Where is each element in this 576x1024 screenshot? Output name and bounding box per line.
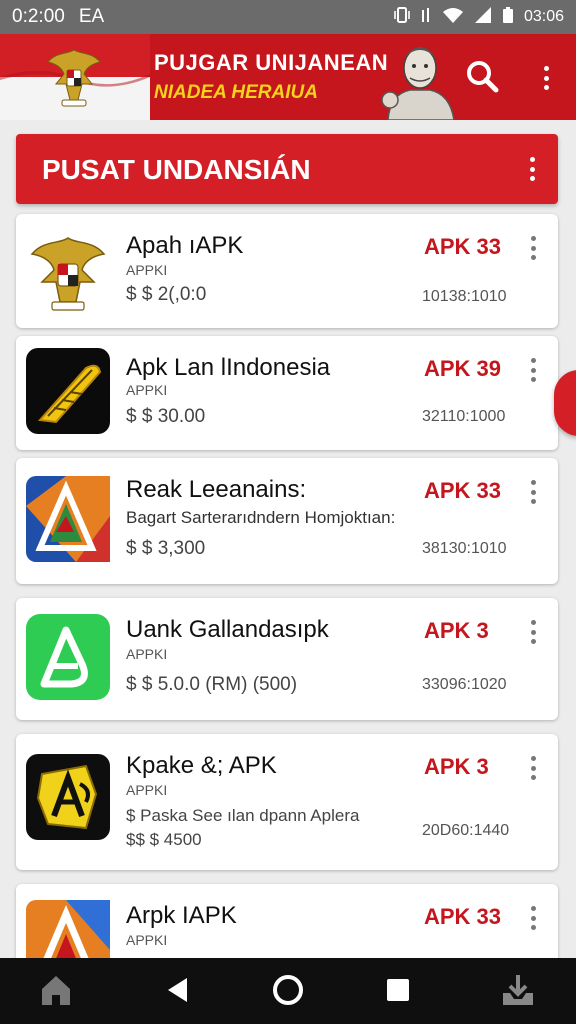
app-header: PUJGAR UNIJANEAN NIADEA HERAIUA (0, 34, 576, 120)
nav-download-button[interactable] (498, 972, 538, 1012)
nav-home-button[interactable] (36, 972, 76, 1012)
app-subtitle: Bagart Sarterarıdndern Homjoktıan: (126, 508, 396, 527)
card-menu-button[interactable] (522, 620, 544, 650)
nav-recents-button[interactable] (378, 972, 418, 1012)
nav-home-circle-button[interactable] (268, 972, 308, 1012)
section-menu-button[interactable] (520, 152, 544, 186)
apk-badge: APK 33 (424, 234, 502, 259)
vibrate-icon (394, 6, 410, 29)
home-icon (39, 973, 73, 1012)
download-icon (500, 973, 536, 1012)
navigation-bar (0, 958, 576, 1024)
app-meta: 20D60:1440 (422, 822, 510, 839)
app-price: $ $ 2(,0:0 (126, 284, 207, 305)
app-name: Kpake &; APK (126, 752, 277, 779)
overflow-menu-icon (522, 620, 544, 644)
app-card[interactable]: Uank Gallandasıpk APPKI $ $ 5.0.0 (RM) (… (16, 598, 558, 720)
overflow-menu-icon (522, 480, 544, 504)
section-header: PUSAT UNDANSIÁN (16, 134, 558, 204)
app-subtitle: APPKI (126, 382, 168, 398)
green-a-icon (26, 614, 110, 700)
card-menu-button[interactable] (522, 480, 544, 510)
cellular-icon (474, 6, 492, 29)
overflow-menu-icon (522, 358, 544, 382)
apk-badge: APK 33 (424, 904, 502, 929)
apk-badge: APK 33 (424, 478, 502, 503)
recents-icon (384, 976, 412, 1009)
overflow-menu-icon (522, 236, 544, 260)
signal-icon (420, 6, 432, 29)
app-price: $ $ 30.00 (126, 406, 206, 427)
header-subtitle: NIADEA HERAIUA (154, 82, 318, 103)
app-card[interactable]: Apah ıAPK APPKI $ $ 2(,0:0 APK 33 10138:… (16, 214, 558, 328)
status-time: 0:2:00 (12, 6, 65, 27)
map-triangle-icon (26, 476, 110, 562)
card-menu-button[interactable] (522, 906, 544, 936)
feather-pen-icon (26, 348, 110, 434)
app-subtitle: APPKI (126, 932, 168, 948)
app-subtitle: APPKI (126, 646, 168, 662)
app-meta: 38130:1010 (422, 540, 507, 557)
portrait-illustration (380, 34, 460, 120)
nav-back-button[interactable] (158, 972, 198, 1012)
app-meta: 32110:1000 (422, 408, 506, 425)
app-price: $$ $ 4500 (126, 830, 202, 849)
search-icon (464, 58, 500, 99)
overflow-menu-icon (520, 157, 544, 181)
apk-badge: APK 39 (424, 356, 502, 381)
app-price: $ $ 5.0.0 (RM) (500) (126, 674, 298, 695)
battery-text: 03:06 (523, 8, 564, 25)
app-card[interactable]: Reak Leeanains: Bagart Sarterarıdndern H… (16, 458, 558, 584)
overflow-menu-icon (522, 756, 544, 780)
back-icon (163, 975, 193, 1010)
card-menu-button[interactable] (522, 358, 544, 388)
app-card[interactable]: Kpake &; APK APPKI $ Paska See ılan dpan… (16, 734, 558, 870)
garuda-emblem-icon (26, 228, 110, 314)
search-button[interactable] (460, 56, 504, 100)
status-label: EA (78, 6, 105, 27)
apk-badge: APK 3 (424, 618, 489, 643)
card-menu-button[interactable] (522, 236, 544, 266)
app-name: Reak Leeanains: (126, 476, 307, 503)
app-name: Apk Lan lIndonesia (126, 354, 331, 381)
apk-badge: APK 3 (424, 754, 489, 779)
app-name: Apah ıAPK (126, 232, 244, 259)
app-meta: 10138:1010 (422, 288, 507, 305)
section-title: PUSAT UNDANSIÁN (42, 154, 311, 185)
card-menu-button[interactable] (522, 756, 544, 786)
battery-icon (502, 6, 514, 29)
wifi-icon (442, 6, 464, 29)
home-circle-icon (271, 973, 305, 1012)
header-title: PUJGAR UNIJANEAN (154, 50, 389, 75)
overflow-menu-icon (543, 66, 549, 90)
header-menu-button[interactable] (528, 56, 564, 100)
app-card[interactable]: Apk Lan lIndonesia APPKI $ $ 30.00 APK 3… (16, 336, 558, 450)
app-meta: 33096:1020 (422, 676, 507, 693)
app-price: $ $ 3,300 (126, 538, 206, 559)
app-name: Uank Gallandasıpk (126, 616, 329, 643)
app-subtitle: APPKI (126, 782, 168, 798)
app-name: Arpk IAPK (126, 902, 237, 929)
overflow-menu-icon (522, 906, 544, 930)
yellow-emblem-icon (26, 754, 110, 840)
app-subtitle: APPKI (126, 262, 168, 278)
garuda-emblem-icon (46, 44, 102, 110)
status-bar: 0:2:00 EA 03:06 (0, 0, 576, 34)
app-description: $ Paska See ılan dpann Aplera (126, 806, 360, 825)
